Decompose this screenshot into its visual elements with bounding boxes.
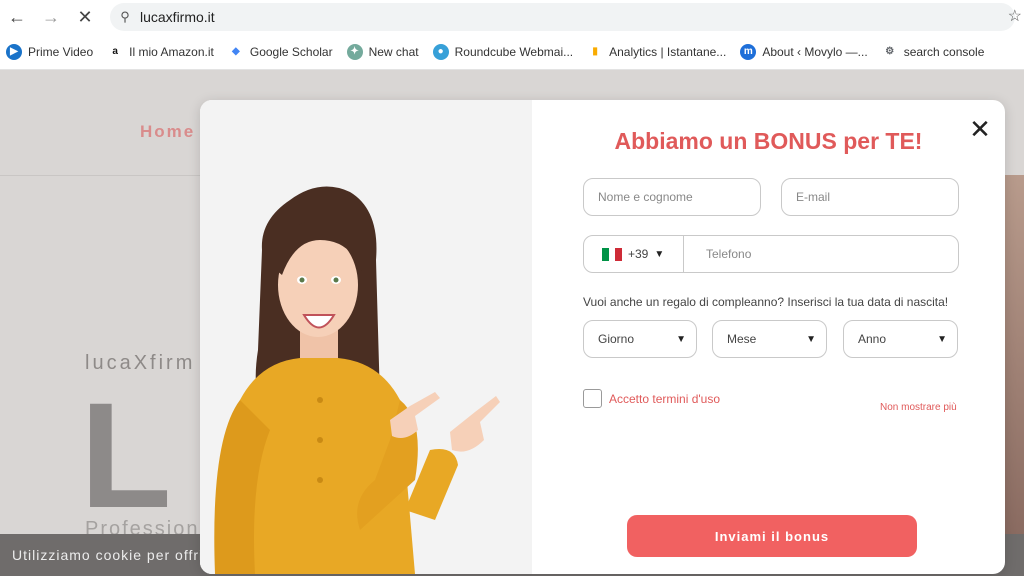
chevron-down-icon: ▼	[676, 333, 686, 345]
send-bonus-button[interactable]: Inviami il bonus	[627, 515, 917, 557]
phone-field[interactable]: +39 ▼ Telefono	[583, 235, 959, 273]
back-arrow-icon: ←	[8, 6, 26, 27]
bookmark-label: Analytics | Istantane...	[609, 44, 727, 59]
modal-form-panel: ✕ Abbiamo un BONUS per TE! Nome e cognom…	[532, 100, 1005, 574]
dont-show-again-link[interactable]: Non mostrare più	[880, 402, 957, 413]
bonus-modal: ✕ Abbiamo un BONUS per TE! Nome e cognom…	[200, 100, 1005, 574]
bookmark-new-chat[interactable]: ✦ New chat	[346, 43, 419, 60]
analytics-icon: ▮	[587, 43, 604, 60]
chevron-down-icon: ▼	[806, 333, 816, 345]
stop-loading-button[interactable]: ✕	[68, 0, 102, 34]
bookmarks-bar: ▶ Prime Video a Il mio Amazon.it ◆ Googl…	[0, 34, 1024, 70]
bookmark-star-icon[interactable]: ☆	[1008, 6, 1022, 26]
forward-button[interactable]: →	[34, 0, 68, 34]
italy-flag-icon	[602, 247, 623, 261]
movylo-icon: m	[740, 43, 757, 60]
address-bar[interactable]: ⚲ lucaxfirmo.it	[110, 3, 1015, 31]
month-select-label: Mese	[727, 332, 757, 346]
bookmark-label: Prime Video	[28, 44, 94, 59]
woman-pointing-illustration	[200, 100, 532, 574]
bookmark-google-scholar[interactable]: ◆ Google Scholar	[227, 43, 333, 60]
bookmark-prime-video[interactable]: ▶ Prime Video	[6, 43, 94, 60]
bookmark-movylo[interactable]: m About ‹ Movylo —...	[740, 43, 868, 60]
site-big-letter: L	[80, 371, 172, 539]
terms-label[interactable]: Accetto termini d'uso	[609, 392, 720, 406]
country-code-value: +39	[628, 247, 649, 261]
bookmark-roundcube[interactable]: ● Roundcube Webmai...	[432, 43, 574, 60]
site-settings-icon[interactable]: ⚲	[110, 9, 140, 25]
forward-arrow-icon: →	[42, 6, 60, 27]
phone-placeholder: Telefono	[706, 247, 752, 261]
chatgpt-icon: ✦	[346, 43, 363, 60]
bookmark-label: Roundcube Webmai...	[454, 44, 574, 59]
bookmark-analytics[interactable]: ▮ Analytics | Istantane...	[587, 43, 727, 60]
bookmark-amazon[interactable]: a Il mio Amazon.it	[107, 43, 214, 60]
name-placeholder: Nome e cognome	[598, 190, 693, 204]
email-placeholder: E-mail	[796, 190, 831, 204]
year-select[interactable]: Anno ▼	[843, 320, 958, 358]
bookmark-label: New chat	[368, 44, 419, 59]
send-bonus-label: Inviami il bonus	[714, 528, 830, 544]
amazon-icon: a	[107, 43, 124, 60]
day-select[interactable]: Giorno ▼	[583, 320, 697, 358]
chevron-down-icon: ▼	[937, 333, 947, 345]
cookie-text: Utilizziamo cookie per offrirti	[12, 547, 218, 563]
modal-photo	[200, 100, 532, 574]
bookmark-label: Il mio Amazon.it	[129, 44, 214, 59]
google-scholar-icon: ◆	[227, 43, 244, 60]
month-select[interactable]: Mese ▼	[712, 320, 827, 358]
birthday-question: Vuoi anche un regalo di compleanno? Inse…	[583, 295, 949, 309]
prime-video-icon: ▶	[6, 43, 22, 60]
roundcube-icon: ●	[432, 43, 449, 60]
back-button[interactable]: ←	[0, 0, 34, 34]
nav-home-link[interactable]: Home	[140, 122, 195, 142]
browser-toolbar: ← → ✕ ⚲ lucaxfirmo.it ☆	[0, 0, 1024, 34]
search-console-icon: ⚙	[881, 43, 898, 60]
stop-icon: ✕	[77, 6, 93, 27]
bookmark-label: About ‹ Movylo —...	[762, 44, 868, 59]
terms-checkbox[interactable]	[583, 389, 602, 408]
name-field[interactable]: Nome e cognome	[583, 178, 761, 216]
bookmark-search-console[interactable]: ⚙ search console	[881, 43, 985, 60]
email-field[interactable]: E-mail	[781, 178, 959, 216]
url-text: lucaxfirmo.it	[140, 9, 215, 25]
chevron-down-icon: ▼	[654, 248, 665, 260]
year-select-label: Anno	[858, 332, 887, 346]
country-code-select[interactable]: +39 ▼	[584, 236, 684, 272]
bookmark-label: Google Scholar	[249, 44, 333, 59]
site-hero-image	[1005, 175, 1024, 535]
day-select-label: Giorno	[598, 332, 635, 346]
modal-title: Abbiamo un BONUS per TE!	[614, 128, 923, 154]
bookmark-label: search console	[903, 44, 985, 59]
